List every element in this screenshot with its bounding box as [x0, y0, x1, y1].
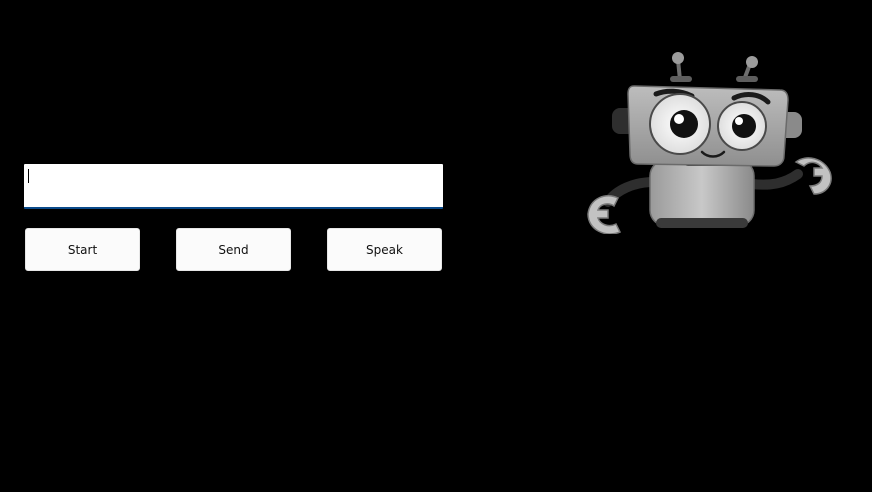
message-input[interactable]	[24, 164, 443, 209]
send-button[interactable]: Send	[176, 228, 291, 271]
robot-icon	[584, 50, 836, 235]
text-cursor	[28, 169, 29, 183]
start-button[interactable]: Start	[25, 228, 140, 271]
chatbot-window: Start Send Speak	[0, 0, 872, 492]
speak-button[interactable]: Speak	[327, 228, 442, 271]
